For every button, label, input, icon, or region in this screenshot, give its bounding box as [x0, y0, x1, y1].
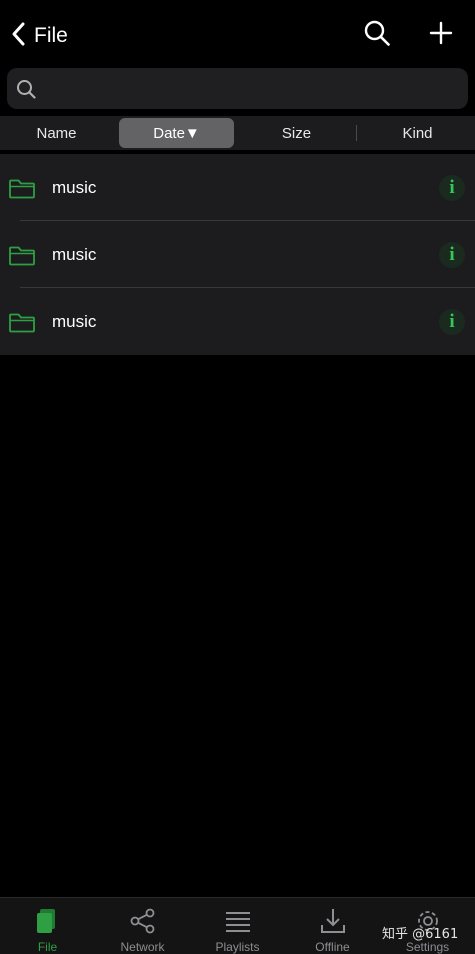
file-row[interactable]: music i: [0, 221, 475, 288]
tab-file[interactable]: File: [0, 898, 95, 954]
sort-by-kind[interactable]: Kind: [360, 116, 475, 150]
folder-icon: [8, 177, 36, 199]
sort-by-name[interactable]: Name: [0, 116, 113, 150]
search-input[interactable]: [43, 78, 458, 99]
search-icon: [15, 78, 37, 100]
tab-label: File: [37, 940, 58, 954]
sort-by-size[interactable]: Size: [238, 116, 355, 150]
tab-label: Network: [120, 940, 165, 954]
tab-network[interactable]: Network: [95, 898, 190, 954]
file-row[interactable]: music i: [0, 288, 475, 355]
search-button[interactable]: [362, 20, 392, 50]
tab-playlists[interactable]: Playlists: [190, 898, 285, 954]
file-icon: [33, 906, 63, 936]
folder-icon: [8, 311, 36, 333]
watermark-text: 知乎 @6161: [382, 927, 459, 942]
file-name: music: [52, 244, 97, 264]
info-icon[interactable]: i: [439, 309, 465, 335]
search-icon: [363, 19, 391, 52]
file-row[interactable]: music i: [0, 154, 475, 221]
share-icon: [128, 906, 158, 936]
back-button[interactable]: File: [8, 18, 68, 54]
tab-label: Playlists: [215, 940, 260, 954]
info-icon[interactable]: i: [439, 175, 465, 201]
tab-label: Offline: [315, 940, 350, 954]
sort-by-date[interactable]: Date▼: [119, 118, 234, 148]
chevron-left-icon: [8, 20, 30, 53]
file-name: music: [52, 311, 97, 331]
back-label: File: [34, 24, 68, 47]
segment-divider: [356, 125, 357, 141]
info-icon[interactable]: i: [439, 242, 465, 268]
nav-header: File: [0, 0, 475, 64]
download-icon: [318, 906, 348, 936]
sort-segmented-control: Name Date▼ Size Kind: [0, 116, 475, 150]
tab-offline[interactable]: Offline: [285, 898, 380, 954]
tab-label: Settings: [405, 940, 450, 954]
folder-icon: [8, 244, 36, 266]
add-button[interactable]: [426, 20, 456, 50]
list-icon: [223, 906, 253, 936]
search-bar: [7, 68, 468, 109]
file-list: music i music i music i: [0, 154, 475, 355]
file-name: music: [52, 177, 97, 197]
plus-icon: [428, 20, 454, 51]
